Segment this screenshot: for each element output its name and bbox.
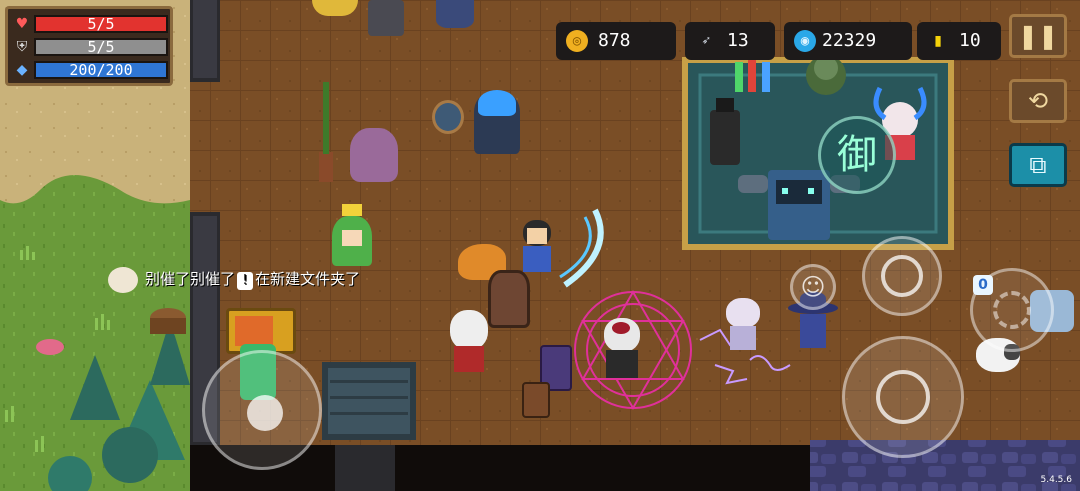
gold-value: 10 (959, 30, 981, 51)
health-row: ♥ 5/5 (14, 15, 168, 33)
diamond-icon: ◆ (16, 62, 28, 78)
aim-icon (881, 255, 923, 297)
summoner-npc (598, 318, 646, 380)
gold-counter: ▮ 10 (917, 22, 1001, 60)
shop-badge-text: 御 (837, 132, 877, 178)
frog-hood-npc (332, 204, 372, 266)
armor-value: 5/5 (87, 38, 115, 56)
joystick-knob[interactable] (247, 395, 283, 431)
skill-button[interactable]: 0 (970, 268, 1054, 352)
white-hair-npc (446, 310, 492, 372)
emote-icon: ☺ (800, 273, 826, 301)
knight-player (515, 212, 559, 274)
version-label: 5.4.5.6 (1040, 475, 1073, 485)
skill-icon (993, 291, 1031, 329)
swap-weapon-button[interactable]: ⟲ (1009, 79, 1067, 123)
minimap-icon: ⧉ (1029, 151, 1047, 179)
armor-bar: 5/5 (34, 38, 168, 56)
swap-weapon-icon: ⟲ (1027, 87, 1049, 115)
armor-row: ⛨ 5/5 (14, 38, 168, 56)
coin-counter: ◎ 878 (556, 22, 676, 60)
fish-value: 13 (727, 30, 749, 51)
horned-npc (350, 128, 398, 182)
fish-icon: ➶ (701, 33, 711, 49)
book (522, 382, 550, 418)
shield-icon: ⛨ (16, 39, 28, 55)
emote-button[interactable]: ☺ (790, 264, 836, 310)
game-scene[interactable]: 别催了别催了! 在新建文件夹了 ♥ 5/5 ⛨ 5/5 ◆ 200/200 ◎ … (0, 0, 1080, 491)
gold-icon: ▮ (932, 30, 944, 51)
elf-npc (722, 298, 764, 352)
crosshair-icon (876, 370, 930, 424)
health-bar: 5/5 (34, 15, 168, 33)
health-value: 5/5 (87, 15, 115, 33)
skill-counter: 0 (973, 275, 993, 295)
coin-value: 878 (598, 30, 631, 51)
coffin (488, 270, 530, 328)
top-npc (436, 0, 474, 28)
gem-counter: ◉ 22329 (784, 22, 912, 60)
energy-bar: 200/200 (34, 61, 168, 79)
top-robot (368, 0, 404, 36)
attack-button[interactable] (842, 336, 964, 458)
sword-slash-effect (559, 208, 604, 288)
energy-value: 200/200 (69, 61, 133, 79)
potted-plant (314, 82, 338, 182)
coin-icon: ◎ (566, 30, 588, 52)
chat-text-after: 在新建文件夹了 (255, 270, 361, 288)
movement-joystick[interactable] (202, 350, 322, 470)
aim-button[interactable] (862, 236, 942, 316)
fish-counter: ➶ 13 (685, 22, 775, 60)
energy-row: ◆ 200/200 (14, 61, 168, 79)
player-stats-panel: ♥ 5/5 ⛨ 5/5 ◆ 200/200 (5, 6, 173, 86)
chat-alert-icon: ! (237, 272, 254, 290)
blue-flame-knight (474, 90, 520, 154)
minimap-button[interactable]: ⧉ (1009, 143, 1067, 187)
heart-icon: ♥ (15, 16, 29, 32)
barrel (432, 100, 464, 134)
pause-icon: ❚❚ (1017, 22, 1059, 50)
gem-value: 22329 (822, 30, 877, 51)
chat-message: 别催了别催了! 在新建文件夹了 (145, 268, 360, 290)
gem-icon: ◉ (794, 30, 816, 52)
shop-badge[interactable]: 御 (818, 116, 896, 194)
pause-button[interactable]: ❚❚ (1009, 14, 1067, 58)
chat-text-before: 别催了别催了 (145, 270, 236, 288)
